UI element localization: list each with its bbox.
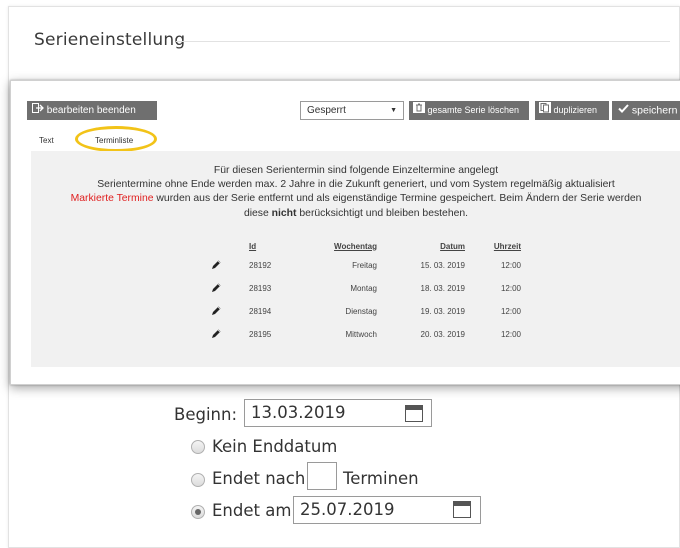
- header-id[interactable]: Id: [249, 238, 299, 254]
- table-row: 28195 Mittwoch 20. 03. 2019 12:00: [211, 323, 521, 346]
- time-cell: 12:00: [500, 284, 521, 293]
- weekday-cell: Freitag: [352, 261, 377, 270]
- beginn-label: Beginn:: [174, 405, 238, 424]
- checkmark-icon: [618, 101, 629, 120]
- calendar-icon[interactable]: [405, 405, 423, 422]
- pencil-icon[interactable]: [211, 283, 222, 295]
- edit-cell: [211, 254, 249, 277]
- info-line-4-pre: diese: [243, 208, 272, 219]
- end-edit-label: bearbeiten beenden: [46, 105, 136, 117]
- date-cell: 18. 03. 2019: [420, 284, 465, 293]
- pencil-icon[interactable]: [211, 329, 222, 341]
- pencil-icon[interactable]: [211, 260, 222, 272]
- header-weekday[interactable]: Wochentag: [299, 238, 377, 254]
- id-cell: 28192: [249, 261, 272, 270]
- pencil-icon[interactable]: [211, 306, 222, 318]
- info-line-3-rest: wurden aus der Serie entfernt und als ei…: [153, 193, 642, 204]
- title-divider: [176, 41, 670, 42]
- date-cell: 15. 03. 2019: [420, 261, 465, 270]
- header-time[interactable]: Uhrzeit: [465, 238, 521, 254]
- no-end-radio[interactable]: [191, 440, 205, 454]
- calendar-icon[interactable]: [453, 501, 471, 518]
- ends-after-input[interactable]: [307, 462, 337, 490]
- date-cell: 19. 03. 2019: [420, 307, 465, 316]
- weekday-cell: Montag: [350, 284, 377, 293]
- time-cell: 12:00: [500, 261, 521, 270]
- time-cell: 12:00: [500, 330, 521, 339]
- ends-after-radio[interactable]: [191, 473, 205, 487]
- status-select-value: Gesperrt: [307, 105, 346, 116]
- beginn-date-field[interactable]: 13.03.2019: [244, 399, 432, 427]
- status-select[interactable]: Gesperrt ▼: [300, 101, 404, 120]
- save-button[interactable]: speichern: [612, 101, 680, 120]
- edit-cell: [211, 323, 249, 346]
- ends-on-label: Endet am:: [212, 501, 297, 520]
- time-cell: 12:00: [500, 307, 521, 316]
- duplicate-button[interactable]: duplizieren: [535, 101, 609, 120]
- term-table: Id Wochentag Datum Uhrzeit 28192 Freitag 1…: [211, 238, 521, 346]
- table-row: 28194 Dienstag 19. 03. 2019 12:00: [211, 300, 521, 323]
- end-edit-button[interactable]: bearbeiten beenden: [27, 101, 157, 120]
- highlight-ring: [75, 126, 157, 152]
- info-line-4: diese nicht berücksichtigt und bleiben b…: [31, 207, 680, 221]
- info-line-4-post: berücksichtigt und bleiben bestehen.: [296, 208, 469, 219]
- no-end-label: Kein Enddatum: [212, 437, 338, 456]
- section-title: Serieneinstellung: [34, 30, 186, 50]
- ends-after-unit: Terminen: [343, 469, 419, 488]
- table-row: 28192 Freitag 15. 03. 2019 12:00: [211, 254, 521, 277]
- table-row: 28193 Montag 18. 03. 2019 12:00: [211, 277, 521, 300]
- tab-text[interactable]: Text: [39, 136, 54, 145]
- trash-icon: [413, 101, 425, 120]
- delete-series-button[interactable]: gesamte Serie löschen: [409, 101, 529, 120]
- marked-terms-label: Markierte Termine: [70, 193, 154, 204]
- info-line-4-bold: nicht: [271, 208, 297, 219]
- duplicate-icon: [539, 101, 551, 120]
- save-label: speichern: [631, 104, 678, 117]
- date-cell: 20. 03. 2019: [420, 330, 465, 339]
- beginn-date-value: 13.03.2019: [251, 403, 346, 422]
- edit-cell: [211, 300, 249, 323]
- id-cell: 28194: [249, 307, 272, 316]
- id-cell: 28193: [249, 284, 272, 293]
- weekday-cell: Mittwoch: [345, 330, 377, 339]
- info-line-2: Serientermine ohne Ende werden max. 2 Ja…: [97, 179, 615, 190]
- exit-icon: [32, 101, 44, 120]
- delete-series-label: gesamte Serie löschen: [427, 105, 520, 115]
- duplicate-label: duplizieren: [553, 105, 598, 115]
- id-cell: 28195: [249, 330, 272, 339]
- weekday-cell: Dienstag: [345, 307, 377, 316]
- term-list-dialog: bearbeiten beenden Gesperrt ▼ gesamte Se…: [10, 80, 680, 385]
- ends-after-label: Endet nach:: [212, 469, 311, 488]
- header-edit: [211, 238, 249, 254]
- ends-on-radio[interactable]: [191, 505, 205, 519]
- header-date[interactable]: Datum: [377, 238, 465, 254]
- term-list-panel: Für diesen Serientermin sind folgende Ei…: [31, 151, 680, 367]
- edit-cell: [211, 277, 249, 300]
- dropdown-arrow-icon: ▼: [390, 107, 397, 114]
- info-line-1: Für diesen Serientermin sind folgende Ei…: [213, 165, 499, 176]
- info-line-3: Markierte Termine wurden aus der Serie e…: [31, 192, 680, 206]
- table-header-row: Id Wochentag Datum Uhrzeit: [211, 238, 521, 254]
- ends-on-date-value: 25.07.2019: [300, 500, 395, 519]
